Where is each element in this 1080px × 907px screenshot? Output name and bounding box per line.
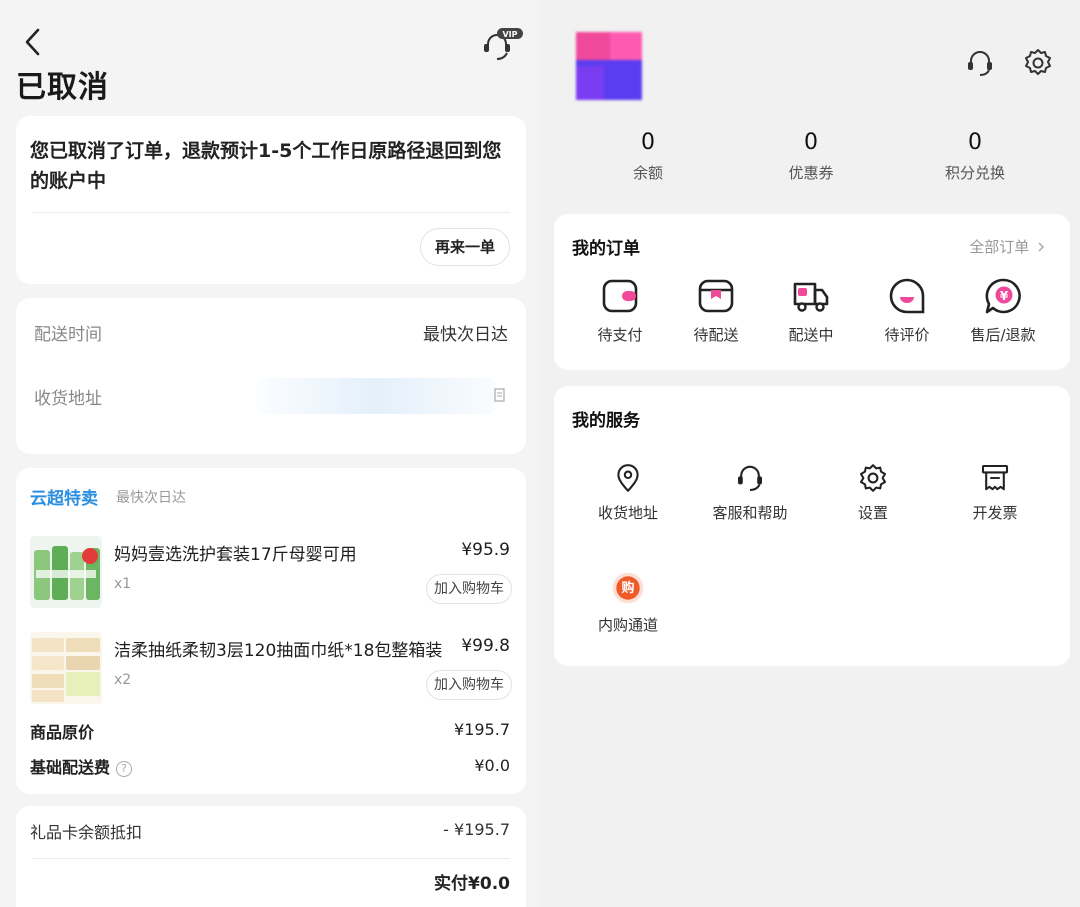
tile-label: 设置 (857, 504, 888, 522)
tile-label: 客服和帮助 (712, 504, 788, 522)
headset-icon (738, 465, 762, 492)
paid-amount: 实付¥0.0 (434, 874, 510, 894)
tile-label: 内购通道 (597, 616, 658, 634)
all-orders-label: 全部订单 (969, 238, 1030, 256)
store-delivery: 最快次日达 (116, 490, 186, 506)
order-items-card: 云超特卖 最快次日达 妈妈壹选洗护套装17斤母婴可用 ¥95.9 x1 加入购物… (16, 468, 526, 794)
original-price-value: ¥195.7 (454, 720, 510, 739)
original-price-label: 商品原价 (30, 723, 95, 742)
service-tile-address[interactable]: 收货地址 (573, 462, 683, 523)
add-to-cart-button[interactable]: 加入购物车 (426, 670, 512, 700)
divider (32, 858, 510, 859)
wallet-icon (602, 279, 638, 313)
add-to-cart-button[interactable]: 加入购物车 (426, 574, 512, 604)
copy-icon[interactable] (494, 388, 506, 402)
product-qty: x1 (114, 576, 132, 592)
tile-label: 收货地址 (597, 504, 658, 522)
order-tile-shipping[interactable]: 配送中 (756, 276, 866, 345)
points-label[interactable]: 积分兑换 (915, 162, 1035, 183)
cancel-message: 您已取消了订单，退款预计1-5个工作日原路径退回到您的账户中 (30, 140, 502, 192)
back-arrow-icon[interactable] (18, 26, 48, 58)
avatar[interactable] (570, 30, 646, 102)
address-label: 收货地址 (34, 389, 102, 409)
orders-title: 我的订单 (572, 239, 640, 259)
shipping-fee-label: 基础配送费 (30, 758, 111, 777)
shipping-fee-row: 基础配送费? (30, 754, 133, 778)
purchase-badge-text: 购 (621, 581, 635, 596)
all-orders-link[interactable]: 全部订单 (969, 236, 1046, 257)
order-tile-pending-payment[interactable]: 待支付 (565, 276, 675, 345)
page-title: 已取消 (16, 70, 109, 105)
delivery-time-value: 最快次日达 (423, 325, 508, 345)
balance-label[interactable]: 余额 (588, 162, 708, 183)
reorder-button[interactable]: 再来一单 (420, 228, 510, 266)
product-price: ¥99.8 (461, 636, 510, 656)
gear-icon (859, 464, 887, 492)
review-icon (889, 278, 925, 314)
service-tile-support[interactable]: 客服和帮助 (695, 462, 805, 523)
service-tile-internal-purchase[interactable]: 购 内购通道 (573, 570, 683, 635)
delivery-info-card: 配送时间 最快次日达 收货地址 (16, 298, 526, 454)
tile-label: 待评价 (884, 326, 930, 344)
tile-label: 待配送 (693, 326, 739, 344)
tile-label: 待支付 (597, 326, 643, 344)
truck-icon (793, 282, 829, 312)
tile-label: 售后/退款 (970, 326, 1036, 344)
giftcard-label: 礼品卡余额抵扣 (30, 823, 143, 842)
service-tile-settings[interactable]: 设置 (818, 462, 928, 523)
product-price: ¥95.9 (461, 540, 510, 560)
cancel-status-card: 您已取消了订单，退款预计1-5个工作日原路径退回到您的账户中 再来一单 (16, 116, 526, 284)
vip-support-icon[interactable]: VIP (480, 26, 526, 62)
address-redacted (256, 378, 496, 414)
product-image[interactable] (30, 632, 102, 704)
store-name[interactable]: 云超特卖 (30, 484, 98, 509)
order-tile-after-sales[interactable]: ¥ 售后/退款 (948, 276, 1058, 345)
headset-icon[interactable] (964, 47, 996, 79)
svg-text:¥: ¥ (1000, 289, 1009, 303)
my-orders-card: 我的订单 全部订单 待支付 待配送 配送中 待评价 ¥ 售后/退款 (554, 214, 1070, 370)
payment-card: 礼品卡余额抵扣 - ¥195.7 实付¥0.0 (16, 806, 526, 907)
delivery-time-label: 配送时间 (34, 325, 102, 345)
invoice-icon (981, 464, 1009, 491)
order-tile-pending-delivery[interactable]: 待配送 (661, 276, 771, 345)
help-icon[interactable]: ? (116, 761, 133, 777)
product-name[interactable]: 妈妈壹选洗护套装17斤母婴可用 (114, 540, 444, 565)
order-detail-pane: VIP 已取消 您已取消了订单，退款预计1-5个工作日原路径退回到您的账户中 再… (0, 0, 540, 907)
balance-value[interactable]: 0 (588, 130, 708, 155)
coupon-value[interactable]: 0 (751, 130, 871, 155)
divider (32, 212, 510, 213)
package-icon (698, 279, 734, 313)
gear-icon[interactable] (1022, 47, 1054, 79)
order-tile-pending-review[interactable]: 待评价 (852, 276, 962, 345)
location-icon (617, 464, 639, 492)
my-services-card: 我的服务 收货地址 客服和帮助 设置 开发票 购 内购通道 (554, 386, 1070, 666)
product-qty: x2 (114, 672, 132, 688)
tile-label: 配送中 (788, 326, 834, 344)
product-image[interactable] (30, 536, 102, 608)
coupon-label[interactable]: 优惠券 (751, 162, 871, 183)
shipping-fee-value: ¥0.0 (474, 756, 510, 775)
chevron-right-icon (1038, 242, 1045, 252)
giftcard-value: - ¥195.7 (443, 820, 510, 839)
tile-label: 开发票 (972, 504, 1018, 522)
product-name[interactable]: 洁柔抽纸柔韧3层120抽面巾纸*18包整箱装 (114, 636, 444, 661)
service-tile-invoice[interactable]: 开发票 (940, 462, 1050, 523)
refund-icon: ¥ (985, 278, 1021, 314)
points-value[interactable]: 0 (915, 130, 1035, 155)
svg-text:VIP: VIP (502, 30, 517, 39)
services-title: 我的服务 (572, 411, 640, 431)
